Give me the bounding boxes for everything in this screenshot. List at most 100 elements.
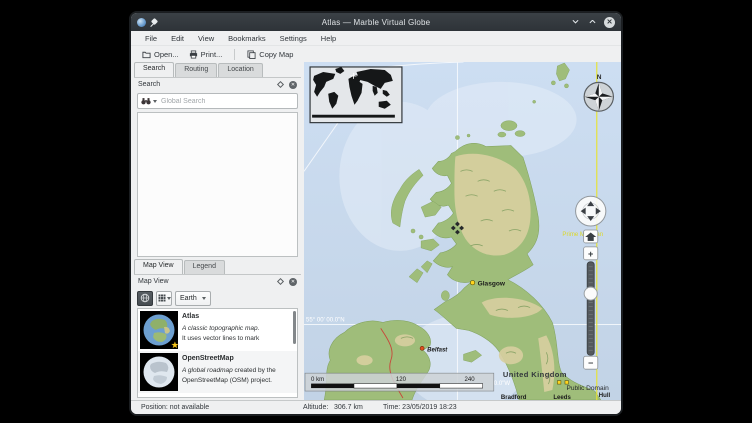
mapview-controls: Earth (134, 288, 301, 308)
globe-icon (140, 293, 150, 303)
map-theme-atlas[interactable]: ★ Atlas A classic topographic map. It us… (138, 309, 297, 351)
statusbar: Position: not available Altitude: 306.7 … (131, 400, 621, 414)
tab-legend[interactable]: Legend (184, 260, 225, 274)
map-theme-name: OpenStreetMap (182, 354, 295, 364)
scale-bar: 0 km 120 240 (305, 373, 494, 391)
menu-settings[interactable]: Settings (274, 32, 313, 45)
osm-text: OpenStreetMap A global roadmap created b… (182, 353, 295, 391)
celestial-body-value: Earth (180, 295, 197, 302)
window-controls: ✕ (545, 17, 615, 28)
leeds-marker[interactable] (565, 381, 569, 384)
screenshot-stage: Atlas — Marble Virtual Globe ✕ File Edit… (0, 0, 752, 423)
favorite-star-icon: ★ (171, 340, 179, 351)
menu-help[interactable]: Help (315, 32, 342, 45)
open-label: Open... (154, 50, 179, 59)
public-domain-label: Public Domain (566, 385, 609, 392)
svg-text:−: − (588, 358, 593, 368)
chevron-down-icon (167, 297, 171, 300)
status-altitude-value: 306.7 km (334, 404, 363, 411)
hull-label: Hull (599, 393, 611, 399)
close-panel-icon[interactable]: ✕ (289, 278, 297, 286)
map-canvas[interactable]: Prime Meridian 55° 00' 00.0"N 0.0"W (304, 62, 621, 400)
zoom-handle[interactable] (584, 287, 597, 300)
open-button[interactable]: Open... (137, 48, 184, 61)
search-options-caret[interactable] (153, 100, 157, 103)
toolbar: Open... Print... Copy Map (131, 46, 621, 62)
menubar: File Edit View Bookmarks Settings Help (131, 31, 621, 46)
menu-file[interactable]: File (139, 32, 163, 45)
longitude-label: 0.0"W (494, 381, 511, 387)
united-kingdom-label: United Kingdom (503, 370, 567, 379)
search-panel-header: Search ✕ (134, 77, 301, 91)
scale-mid-label: 120 (396, 377, 407, 383)
map-theme-name: Atlas (182, 312, 295, 322)
atlas-thumbnail: ★ (140, 311, 178, 349)
tab-map-view[interactable]: Map View (134, 259, 183, 274)
minimize-button[interactable] (570, 17, 580, 27)
home-button[interactable] (584, 230, 598, 243)
tab-location[interactable]: Location (218, 63, 262, 77)
titlebar-icons (137, 18, 207, 27)
copy-map-button[interactable]: Copy Map (242, 48, 298, 61)
titlebar[interactable]: Atlas — Marble Virtual Globe ✕ (131, 13, 621, 31)
binoculars-icon (141, 97, 151, 105)
dock-bottom-tabbar: Map View Legend (134, 259, 301, 274)
status-position: Position: not available (141, 404, 209, 411)
overview-map[interactable] (310, 67, 402, 123)
left-dock: Search Routing Location Search ✕ (131, 62, 301, 400)
tab-routing[interactable]: Routing (175, 63, 217, 77)
toolbar-separator (234, 49, 235, 60)
marble-window: Atlas — Marble Virtual Globe ✕ File Edit… (129, 11, 623, 416)
status-altitude-label: Altitude: (303, 404, 328, 411)
menu-edit[interactable]: Edit (165, 32, 190, 45)
latitude-label: 55° 00' 00.0"N (306, 317, 345, 323)
menu-bookmarks[interactable]: Bookmarks (222, 32, 272, 45)
pin-icon[interactable] (151, 18, 160, 27)
atlas-text: Atlas A classic topographic map. It uses… (182, 311, 295, 349)
folder-icon (142, 50, 151, 59)
glasgow-label: Glasgow (478, 281, 506, 288)
close-panel-icon[interactable]: ✕ (289, 81, 297, 89)
celestial-body-select[interactable]: Earth (175, 291, 211, 306)
print-button[interactable]: Print... (184, 48, 228, 61)
belfast-marker[interactable] (420, 346, 424, 350)
osm-thumbnail (140, 353, 178, 391)
zoom-track[interactable] (587, 262, 594, 355)
search-results-list[interactable] (137, 112, 298, 257)
printer-icon (189, 50, 198, 59)
float-panel-icon[interactable] (277, 278, 284, 285)
search-input[interactable] (159, 97, 294, 106)
search-panel-title: Search (138, 81, 278, 88)
celestial-list-button[interactable] (156, 291, 172, 306)
scale-start-label: 0 km (311, 377, 324, 383)
copy-icon (247, 50, 256, 59)
grid-icon (158, 294, 166, 302)
global-search-box (137, 93, 298, 109)
glasgow-marker[interactable] (470, 281, 474, 285)
copy-map-label: Copy Map (259, 50, 293, 59)
scale-end-label: 240 (465, 377, 476, 383)
belfast-label: Belfast (427, 347, 448, 353)
chevron-down-icon (202, 297, 206, 300)
window-title: Atlas — Marble Virtual Globe (207, 18, 545, 27)
status-time: Time: 23/05/2019 18:23 (383, 404, 457, 411)
main-content: Search Routing Location Search ✕ (131, 62, 621, 400)
map-theme-list: ★ Atlas A classic topographic map. It us… (137, 308, 298, 398)
maplist-scrollbar[interactable] (293, 311, 296, 344)
close-button[interactable]: ✕ (604, 17, 615, 28)
marble-app-icon (137, 18, 146, 27)
navigation-pad[interactable] (576, 196, 606, 226)
globe-projection-button[interactable] (137, 291, 153, 306)
compass-north-label: N (597, 74, 602, 81)
print-label: Print... (201, 50, 223, 59)
float-panel-icon[interactable] (277, 81, 284, 88)
svg-text:+: + (588, 249, 593, 259)
map-theme-openstreetmap[interactable]: OpenStreetMap A global roadmap created b… (138, 351, 297, 393)
maximize-button[interactable] (587, 17, 597, 27)
bradford-marker[interactable] (557, 381, 561, 384)
mapview-panel-header: Map View ✕ (134, 274, 301, 288)
menu-view[interactable]: View (192, 32, 220, 45)
tab-search[interactable]: Search (134, 62, 174, 77)
mapview-panel-title: Map View (138, 278, 278, 285)
dock-top-tabbar: Search Routing Location (134, 62, 301, 77)
